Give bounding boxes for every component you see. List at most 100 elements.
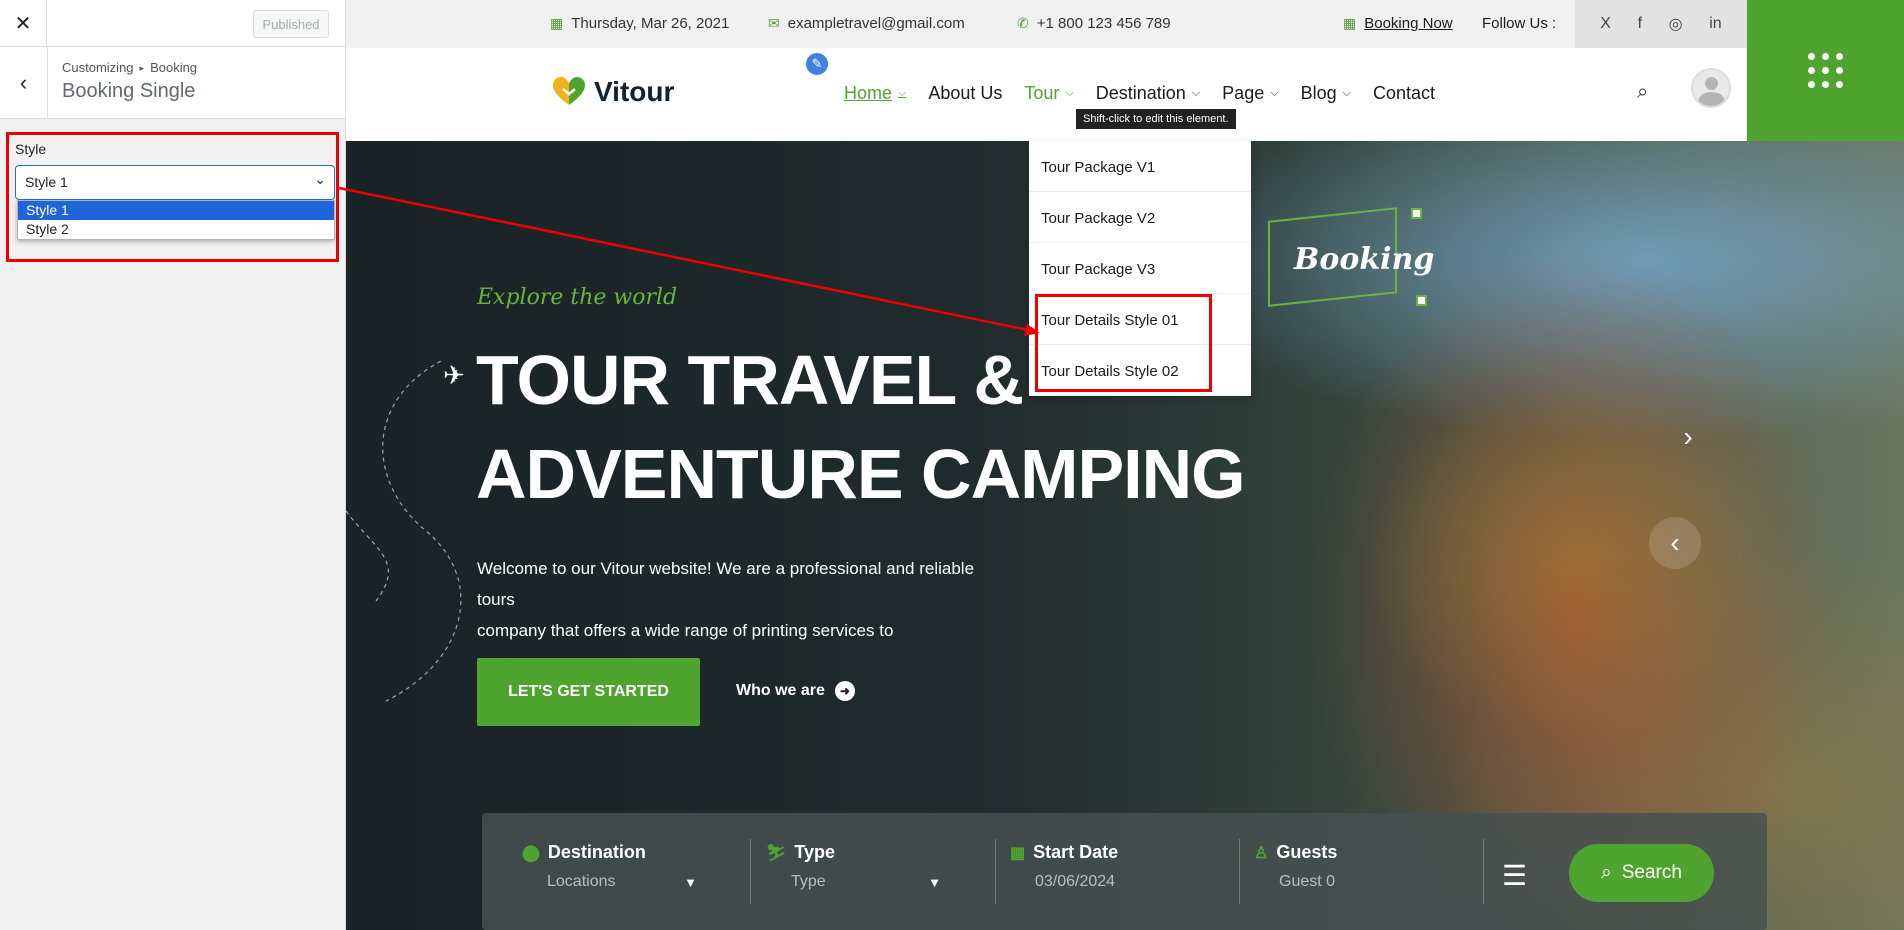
hero-desc-line: Welcome to our Vitour website! We are a … <box>477 559 975 609</box>
nav-item-about[interactable]: About Us <box>928 83 1002 104</box>
who-we-are-link[interactable]: Who we are ➜ <box>736 681 855 701</box>
style-select[interactable]: Style 1 ⌄ <box>15 165 335 200</box>
style-options-list: Style 1 Style 2 <box>17 200 335 240</box>
dropdown-item[interactable]: Tour Package V3 <box>1029 243 1251 294</box>
hero-subtitle: Explore the world <box>477 285 678 310</box>
type-field[interactable]: ⛷ Type Type ▼ <box>766 842 941 891</box>
topbar-email[interactable]: ✉ exampletravel@gmail.com <box>768 15 965 32</box>
topbar-phone[interactable]: ✆ +1 800 123 456 789 <box>1017 15 1171 32</box>
style-option[interactable]: Style 2 <box>18 220 334 239</box>
start-date-value: 03/06/2024 <box>1035 873 1116 890</box>
chevron-down-icon: ▼ <box>928 874 941 890</box>
nav-label: Tour <box>1024 83 1060 103</box>
get-started-button[interactable]: LET'S GET STARTED <box>477 658 700 726</box>
nav-item-destination[interactable]: Destination ⌵ <box>1096 83 1200 104</box>
destination-label: Destination <box>547 842 646 862</box>
heart-logo-icon <box>553 77 585 105</box>
hero-description: Welcome to our Vitour website! We are a … <box>477 553 1007 646</box>
grid-dots-icon <box>1808 53 1843 88</box>
style-option[interactable]: Style 1 <box>18 201 334 220</box>
nav-label: About Us <box>928 83 1003 103</box>
search-bar: ⬤ Destination Locations ▼ ⛷ Type Type ▼ ▦ Sta… <box>482 813 1767 930</box>
search-icon[interactable]: ⌕ <box>1637 81 1648 104</box>
start-date-label: Start Date <box>1033 842 1119 862</box>
chevron-down-icon: ⌄ <box>314 171 326 187</box>
back-chevron-icon[interactable]: ‹ <box>0 47 48 119</box>
breadcrumb-separator: ▸ <box>139 63 145 73</box>
booking-now-link[interactable]: Booking Now <box>1364 15 1452 32</box>
avatar[interactable] <box>1691 68 1731 108</box>
edit-pencil-icon[interactable]: ✎ <box>804 51 830 77</box>
email-text: exampletravel@gmail.com <box>787 15 965 32</box>
hero-title-line: ADVENTURE CAMPING <box>476 435 1246 513</box>
top-bar: ▦ Thursday, Mar 26, 2021 ✉ exampletravel@g… <box>346 0 1904 48</box>
screen: ✕ Published ‹ Customizing ▸ Booking Bookin… <box>0 0 1904 930</box>
site-logo[interactable]: Vitour <box>552 76 674 108</box>
phone-icon: ✆ <box>1017 15 1029 31</box>
logo-text: Vitour <box>594 76 675 107</box>
menu-toggle-button[interactable] <box>1747 0 1904 141</box>
divider <box>995 839 996 904</box>
chevron-down-icon: ▼ <box>684 874 697 890</box>
destination-field[interactable]: ⬤ Destination Locations ▼ <box>522 842 697 891</box>
annotation-box-style-control: Style Style 1 ⌄ Style 1 Style 2 <box>6 132 339 262</box>
customizer-panel: ✕ Published ‹ Customizing ▸ Booking Bookin… <box>0 0 346 930</box>
dashed-path-decoration <box>346 361 462 702</box>
annotation-box-tour-details <box>1035 294 1212 392</box>
arrow-right-circle-icon: ➜ <box>834 681 855 701</box>
start-date-field[interactable]: ▦ Start Date 03/06/2024 <box>1010 842 1185 891</box>
resize-handle[interactable] <box>1416 295 1427 306</box>
phone-text: +1 800 123 456 789 <box>1036 15 1171 32</box>
guests-value: Guest 0 <box>1279 873 1336 890</box>
airplane-icon: ✈ <box>443 360 465 390</box>
slider-next-icon[interactable]: › <box>1662 411 1714 463</box>
style-label: Style <box>15 141 47 157</box>
guests-field[interactable]: ♙ Guests Guest 0 <box>1254 842 1429 891</box>
booking-script-text: Booking <box>1294 242 1435 277</box>
breadcrumb-parent: Customizing <box>62 60 134 75</box>
linkedin-icon[interactable]: in <box>1709 15 1721 33</box>
chevron-down-icon: ⌵ <box>1342 87 1351 99</box>
nav-item-home[interactable]: Home ⌵ <box>844 83 906 104</box>
main-nav: Home ⌵ About Us Tour ⌵ Destination ⌵ Page ⌵ … <box>844 83 1435 104</box>
dropdown-item[interactable]: Tour Package V1 <box>1029 141 1251 192</box>
calendar-icon: ▦ <box>1010 844 1026 862</box>
nav-item-contact[interactable]: Contact <box>1373 83 1435 104</box>
filter-sliders-icon[interactable]: ☰ <box>1502 859 1527 892</box>
facebook-icon[interactable]: f <box>1638 15 1642 33</box>
divider <box>1483 839 1484 904</box>
search-button-label: Search <box>1621 862 1682 883</box>
customizer-section-header: ‹ Customizing ▸ Booking Booking Single <box>0 47 345 119</box>
nav-label: Contact <box>1372 83 1435 103</box>
breadcrumb-child: Booking <box>150 60 198 75</box>
nav-item-tour[interactable]: Tour ⌵ <box>1024 83 1073 104</box>
x-twitter-icon[interactable]: X <box>1600 15 1611 33</box>
dropdown-item[interactable]: Tour Package V2 <box>1029 192 1251 243</box>
customizer-topbar: ✕ Published <box>0 0 345 47</box>
close-icon[interactable]: ✕ <box>0 0 47 47</box>
divider <box>1239 839 1240 904</box>
topbar-date: ▦ Thursday, Mar 26, 2021 <box>550 15 729 32</box>
date-text: Thursday, Mar 26, 2021 <box>571 15 730 32</box>
site-preview: ▦ Thursday, Mar 26, 2021 ✉ exampletravel@g… <box>346 0 1904 930</box>
follow-us-label: Follow Us : <box>1482 15 1557 32</box>
nav-label: Home <box>844 83 893 103</box>
search-button[interactable]: ⌕ Search <box>1569 844 1714 902</box>
calendar-icon: ▦ <box>550 15 564 31</box>
published-button[interactable]: Published <box>253 10 329 38</box>
nav-item-blog[interactable]: Blog ⌵ <box>1301 83 1351 104</box>
instagram-icon[interactable]: ◎ <box>1669 14 1683 34</box>
type-label: Type <box>794 842 835 862</box>
section-title: Booking Single <box>62 80 196 102</box>
chevron-down-icon: ⌵ <box>898 87 907 99</box>
nav-item-page[interactable]: Page ⌵ <box>1222 83 1278 104</box>
guests-label: Guests <box>1276 842 1338 862</box>
chevron-down-icon: ⌵ <box>1270 87 1279 99</box>
mail-icon: ✉ <box>768 15 780 31</box>
chevron-down-icon: ⌵ <box>1191 87 1201 99</box>
nav-label: Destination <box>1095 83 1186 103</box>
topbar-booking[interactable]: ▦ Booking Now <box>1343 15 1453 32</box>
type-value: Type <box>791 873 826 890</box>
slider-prev-icon[interactable]: ‹ <box>1649 517 1701 569</box>
resize-handle[interactable] <box>1411 208 1422 219</box>
